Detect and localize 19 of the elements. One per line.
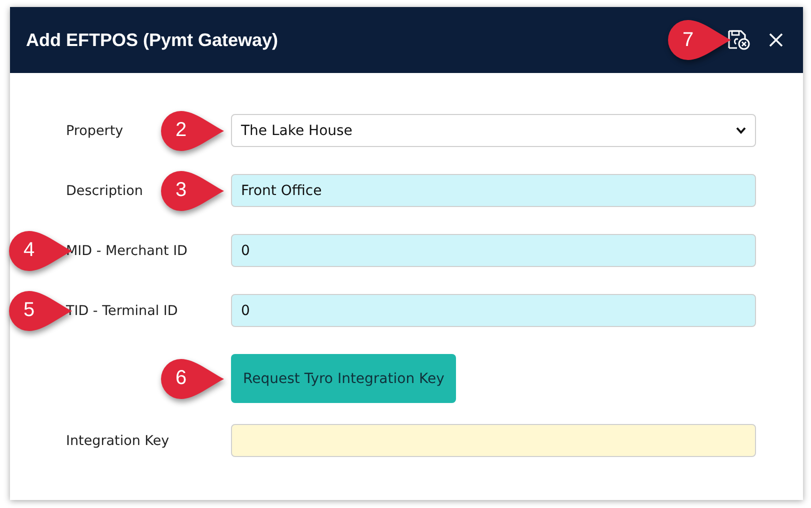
field-label: Property — [66, 122, 124, 138]
input-field[interactable]: 0 — [231, 294, 756, 327]
field-label: TID - Terminal ID — [66, 302, 178, 318]
input-field[interactable]: 0 — [231, 234, 756, 267]
request-key-button[interactable]: Request Tyro Integration Key — [231, 354, 456, 403]
save-icon[interactable] — [727, 29, 751, 51]
callout-badge: 7 — [667, 19, 731, 61]
chevron-down-icon — [736, 127, 746, 134]
property-dropdown[interactable]: The Lake House — [231, 114, 756, 147]
callout-badge: 6 — [160, 358, 224, 400]
window-title: Add EFTPOS (Pymt Gateway) — [26, 30, 278, 50]
field-label: Integration Key — [66, 432, 170, 448]
input-field[interactable] — [231, 424, 756, 457]
callout-badge: 3 — [160, 170, 224, 212]
field-label: Description — [66, 182, 143, 198]
close-icon[interactable] — [769, 33, 783, 47]
input-field[interactable]: Front Office — [231, 174, 756, 207]
callout-badge: 2 — [160, 110, 224, 152]
field-label: MID - Merchant ID — [66, 242, 188, 258]
